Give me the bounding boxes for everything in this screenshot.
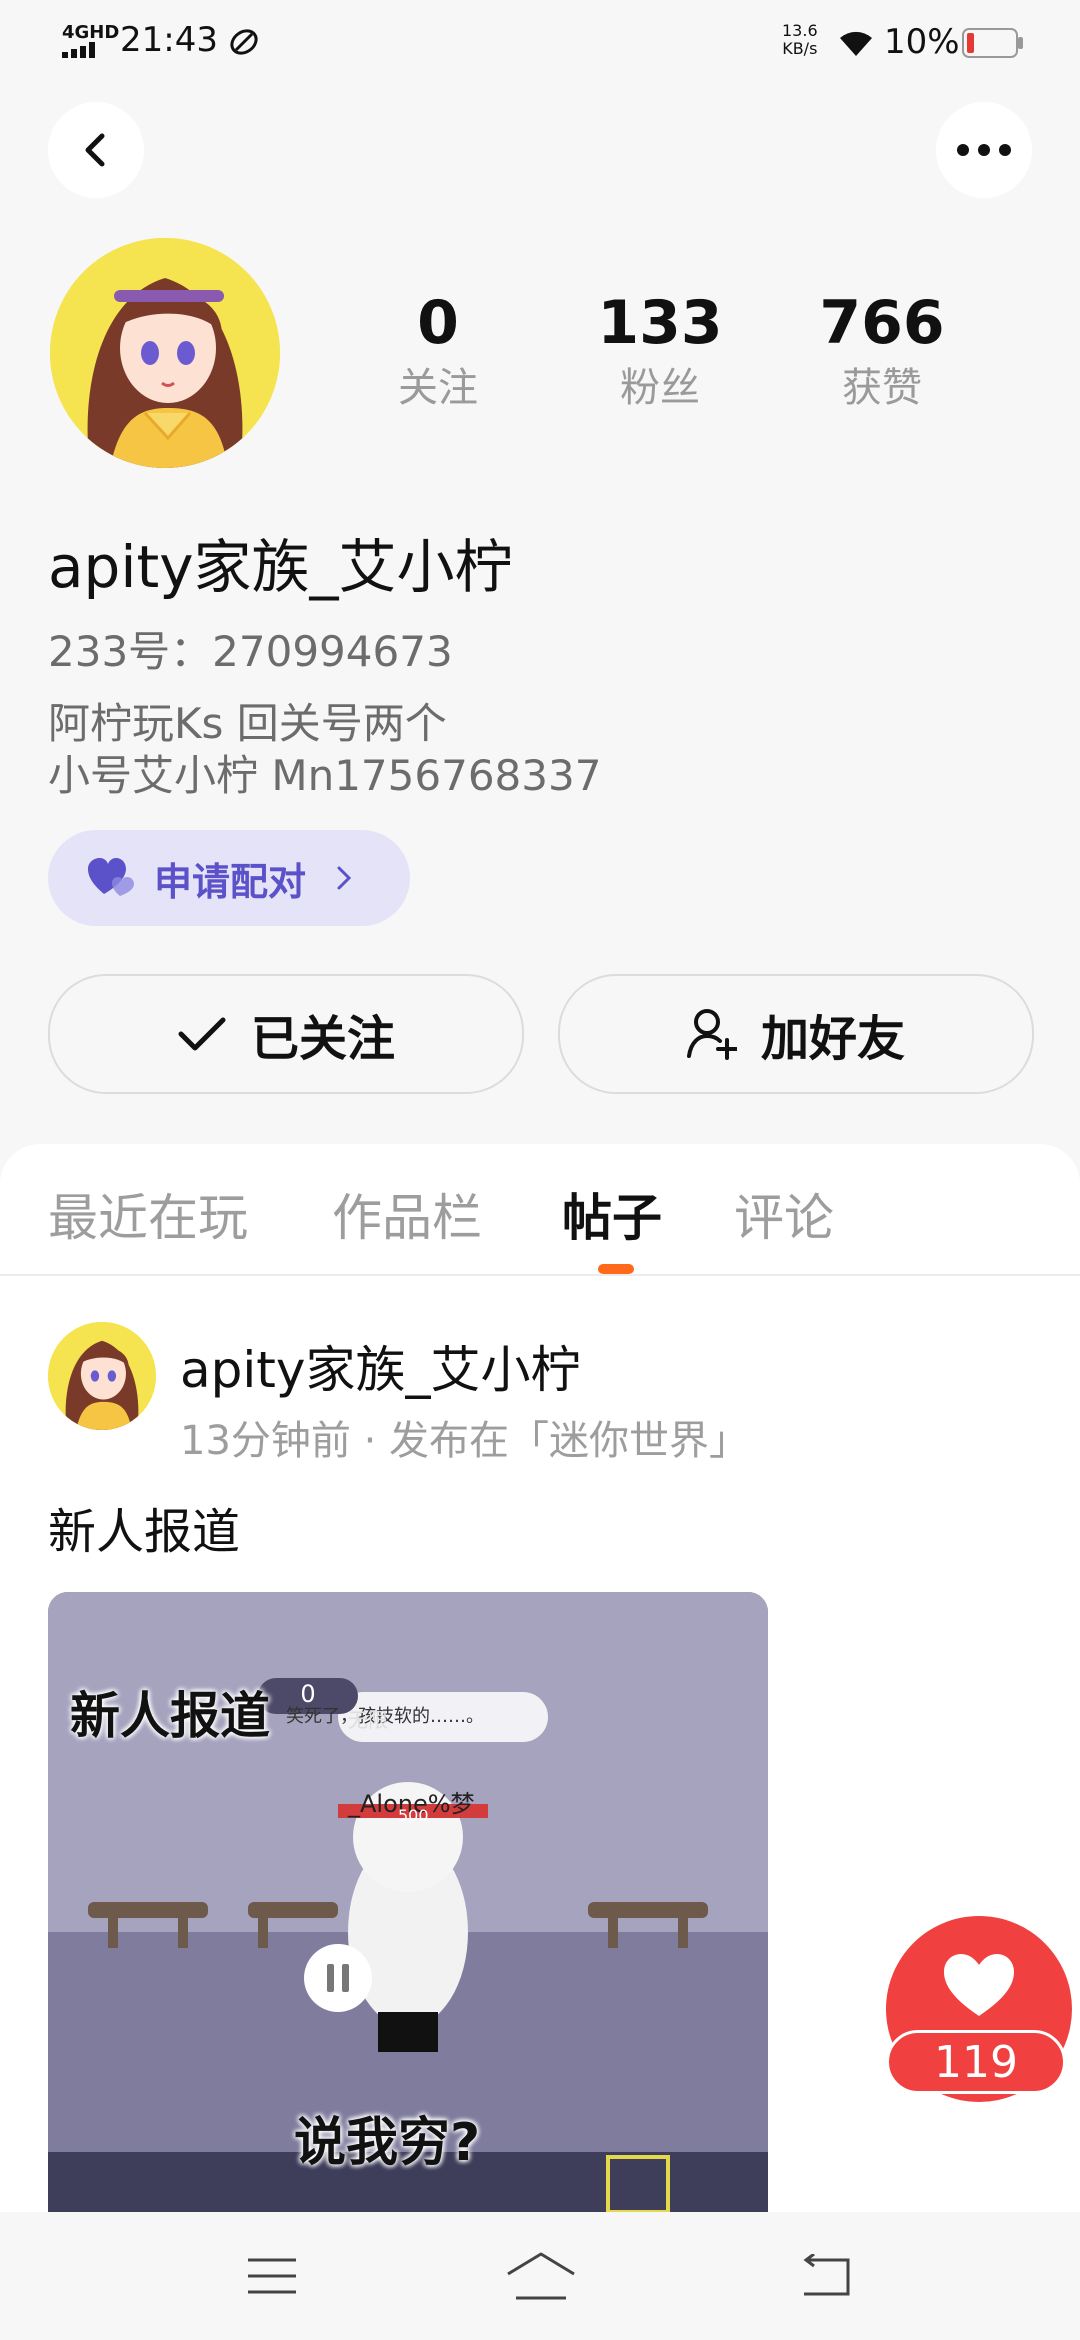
anime-girl-avatar-icon [48,1322,156,1430]
back-arrow-icon [85,133,105,167]
clock: 21:43 [120,20,218,60]
bio-line-2: 小号艾小柠 Mn1756768337 [48,751,602,800]
stat-fans-label: 粉丝 [620,365,700,411]
profile-id: 233号：270994673 [48,627,453,676]
add-friend-label: 加好友 [760,1011,905,1067]
stat-fans[interactable]: 133 粉丝 [570,288,750,418]
post-video[interactable]: 新人报道 笑死了，孩技软的……。 0 无限 _Alone%梦 500 说我穷? [48,1592,768,2212]
stat-following[interactable]: 0 关注 [348,288,528,418]
stat-likes[interactable]: 766 获赞 [792,288,972,418]
add-user-icon [686,1009,737,1060]
video-score: 500 [398,1806,429,1825]
home-icon [507,2252,575,2300]
profile-bio: 阿柠玩Ks 回关号两个 小号艾小柠 Mn1756768337 [48,698,601,802]
menu-button[interactable] [246,2256,298,2300]
tabs-divider [0,1274,1080,1276]
speed-unit: KB/s [782,39,818,58]
post-author-avatar[interactable] [48,1322,156,1430]
profile-avatar[interactable] [50,238,280,468]
following-label: 已关注 [250,1011,395,1067]
network-speed: 13.6 KB/s [782,22,818,58]
stat-likes-value: 766 [819,288,945,358]
post-author-name[interactable]: apity家族_艾小柠 [180,1330,580,1402]
battery-icon [962,28,1024,62]
back-nav-button[interactable] [798,2252,852,2302]
tab-works[interactable]: 作品栏 [332,1178,482,1250]
pause-button[interactable] [304,1944,372,2012]
following-button[interactable]: 已关注 [48,974,524,1094]
tab-comments[interactable]: 评论 [734,1178,834,1250]
return-icon [803,2252,850,2296]
stat-following-value: 0 [417,288,459,358]
post-title[interactable]: 新人报道 [48,1492,240,1562]
back-button[interactable] [48,102,144,198]
home-button[interactable] [506,2252,576,2304]
pair-request-label: 申请配对 [154,859,307,904]
stat-following-label: 关注 [398,365,478,411]
pair-request-button[interactable]: 申请配对 [48,830,410,926]
checkmark-icon [178,1017,226,1051]
tab-recent-play[interactable]: 最近在玩 [48,1178,248,1250]
add-friend-button[interactable]: 加好友 [558,974,1034,1094]
menu-lines-icon [248,2258,296,2294]
system-nav-bar [0,2212,1080,2340]
video-caption-bottom: 说我穷? [294,2113,481,2173]
video-counter-label: 无限 [348,1708,388,1732]
more-button[interactable] [936,102,1032,198]
double-heart-icon [88,858,138,898]
more-dots-icon [957,144,1011,156]
pause-icon [327,1964,349,1992]
video-counter: 0 [300,1680,316,1708]
video-caption-top: 新人报道 [70,1687,270,1745]
battery-percent: 10% [884,22,960,62]
stat-likes-label: 获赞 [842,365,922,411]
signal-icon [62,42,106,62]
bio-line-1: 阿柠玩Ks 回关号两个 [48,699,447,748]
speed-value: 13.6 [782,21,818,40]
wifi-icon [836,26,876,62]
tab-posts[interactable]: 帖子 [562,1178,662,1250]
notification-icon [228,26,260,62]
status-bar: 4GHD 21:43 13.6 KB/s 10% [0,0,1080,84]
stat-fans-value: 133 [597,288,723,358]
active-tab-indicator [598,1264,634,1274]
like-count-badge: 119 [886,2030,1066,2094]
chevron-right-icon [336,865,352,891]
profile-username: apity家族_艾小柠 [48,533,513,601]
anime-girl-avatar-icon [50,238,280,468]
post-meta: 13分钟前 · 发布在「迷你世界」 [180,1418,750,1464]
network-indicator: 4GHD [62,22,120,43]
